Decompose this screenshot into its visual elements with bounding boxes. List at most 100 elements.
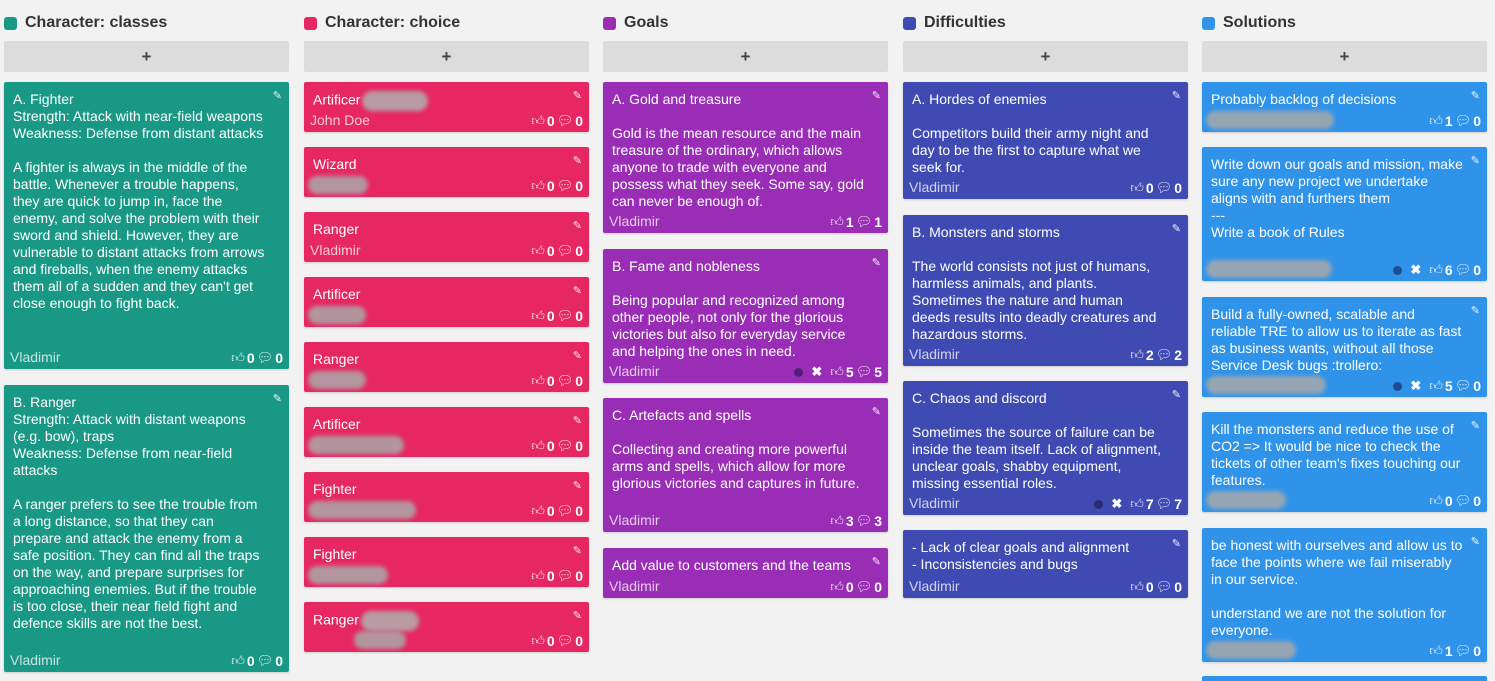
edit-pencil-icon[interactable]: ✎ — [573, 284, 582, 297]
thumbs-up-icon[interactable]: 👍︎ — [830, 364, 844, 380]
comment-icon[interactable]: 💬︎ — [257, 653, 274, 669]
card[interactable]: be honest with ourselves and allow us to… — [1202, 528, 1487, 662]
comment-icon[interactable]: 💬︎ — [557, 178, 574, 194]
add-card-button[interactable]: + — [304, 41, 589, 72]
comment-icon[interactable]: 💬︎ — [1156, 579, 1173, 595]
edit-pencil-icon[interactable]: ✎ — [573, 544, 582, 557]
card[interactable]: B. Fame and nobleness Being popular and … — [603, 249, 888, 383]
card[interactable]: Add value to customers and the teams ✎ V… — [603, 548, 888, 598]
card[interactable]: A. Gold and treasure Gold is the mean re… — [603, 82, 888, 233]
card[interactable]: Fighter ✎ 👍︎ 0 💬︎ 0 — [304, 537, 589, 587]
card[interactable]: Ranger ✎ 👍︎ 0 💬︎ 0 — [304, 342, 589, 392]
thumbs-up-icon[interactable]: 👍︎ — [231, 653, 245, 669]
close-icon[interactable]: ✖ — [811, 364, 822, 380]
thumbs-up-icon[interactable]: 👍︎ — [1130, 496, 1144, 512]
comment-icon[interactable]: 💬︎ — [856, 214, 873, 230]
edit-pencil-icon[interactable]: ✎ — [573, 89, 582, 102]
vote-dot-icon[interactable] — [1393, 265, 1403, 275]
comment-icon[interactable]: 💬︎ — [1455, 378, 1472, 394]
comment-icon[interactable]: 💬︎ — [557, 373, 574, 389]
thumbs-up-icon[interactable]: 👍︎ — [531, 633, 545, 649]
comment-icon[interactable]: 💬︎ — [557, 308, 574, 324]
thumbs-up-icon[interactable]: 👍︎ — [531, 438, 545, 454]
card[interactable]: Ranger ✎ Vladimir 👍︎ 0 💬︎ 0 — [304, 212, 589, 262]
card-partial[interactable] — [1202, 676, 1487, 681]
card[interactable]: - Lack of clear goals and alignment - In… — [903, 530, 1188, 598]
thumbs-up-icon[interactable]: 👍︎ — [531, 308, 545, 324]
edit-pencil-icon[interactable]: ✎ — [1172, 222, 1181, 235]
thumbs-up-icon[interactable]: 👍︎ — [1429, 643, 1443, 659]
comment-icon[interactable]: 💬︎ — [557, 568, 574, 584]
card[interactable]: Artificer ✎ John Doe 👍︎ 0 💬︎ 0 — [304, 82, 589, 132]
comment-icon[interactable]: 💬︎ — [1156, 496, 1173, 512]
comment-icon[interactable]: 💬︎ — [856, 579, 873, 595]
thumbs-up-icon[interactable]: 👍︎ — [1130, 347, 1144, 363]
close-icon[interactable]: ✖ — [1111, 496, 1122, 512]
comment-icon[interactable]: 💬︎ — [1455, 262, 1472, 278]
comment-icon[interactable]: 💬︎ — [1156, 180, 1173, 196]
card[interactable]: Fighter ✎ 👍︎ 0 💬︎ 0 — [304, 472, 589, 522]
card[interactable]: Artificer ✎ 👍︎ 0 💬︎ 0 — [304, 277, 589, 327]
edit-pencil-icon[interactable]: ✎ — [1172, 388, 1181, 401]
comment-icon[interactable]: 💬︎ — [557, 633, 574, 649]
edit-pencil-icon[interactable]: ✎ — [573, 219, 582, 232]
thumbs-up-icon[interactable]: 👍︎ — [1130, 180, 1144, 196]
add-card-button[interactable]: + — [4, 41, 289, 72]
card[interactable]: Wizard ✎ 👍︎ 0 💬︎ 0 — [304, 147, 589, 197]
thumbs-up-icon[interactable]: 👍︎ — [531, 178, 545, 194]
thumbs-up-icon[interactable]: 👍︎ — [830, 214, 844, 230]
thumbs-up-icon[interactable]: 👍︎ — [531, 503, 545, 519]
thumbs-up-icon[interactable]: 👍︎ — [1429, 262, 1443, 278]
add-card-button[interactable]: + — [1202, 41, 1487, 72]
comment-icon[interactable]: 💬︎ — [1156, 347, 1173, 363]
card[interactable]: Probably backlog of decisions ✎ 👍︎ 1 💬︎ 0 — [1202, 82, 1487, 132]
comment-icon[interactable]: 💬︎ — [557, 243, 574, 259]
comment-icon[interactable]: 💬︎ — [257, 350, 274, 366]
edit-pencil-icon[interactable]: ✎ — [1172, 537, 1181, 550]
edit-pencil-icon[interactable]: ✎ — [573, 479, 582, 492]
card[interactable]: C. Artefacts and spells Collecting and c… — [603, 398, 888, 532]
edit-pencil-icon[interactable]: ✎ — [1471, 154, 1480, 167]
edit-pencil-icon[interactable]: ✎ — [872, 405, 881, 418]
card[interactable]: Artificer ✎ 👍︎ 0 💬︎ 0 — [304, 407, 589, 457]
thumbs-up-icon[interactable]: 👍︎ — [531, 243, 545, 259]
comment-icon[interactable]: 💬︎ — [856, 513, 873, 529]
card[interactable]: Ranger ✎ 👍︎ 0 💬︎ 0 — [304, 602, 589, 652]
comment-icon[interactable]: 💬︎ — [856, 364, 873, 380]
edit-pencil-icon[interactable]: ✎ — [273, 392, 282, 405]
comment-icon[interactable]: 💬︎ — [557, 503, 574, 519]
comment-icon[interactable]: 💬︎ — [557, 438, 574, 454]
vote-dot-icon[interactable] — [1393, 381, 1403, 391]
edit-pencil-icon[interactable]: ✎ — [1471, 419, 1480, 432]
add-card-button[interactable]: + — [903, 41, 1188, 72]
comment-icon[interactable]: 💬︎ — [1455, 493, 1472, 509]
thumbs-up-icon[interactable]: 👍︎ — [1429, 493, 1443, 509]
edit-pencil-icon[interactable]: ✎ — [573, 414, 582, 427]
card[interactable]: B. Ranger Strength: Attack with distant … — [4, 385, 289, 672]
add-card-button[interactable]: + — [603, 41, 888, 72]
thumbs-up-icon[interactable]: 👍︎ — [830, 513, 844, 529]
card[interactable]: A. Fighter Strength: Attack with near-fi… — [4, 82, 289, 369]
edit-pencil-icon[interactable]: ✎ — [1471, 89, 1480, 102]
card[interactable]: C. Chaos and discord Sometimes the sourc… — [903, 381, 1188, 515]
thumbs-up-icon[interactable]: 👍︎ — [231, 350, 245, 366]
edit-pencil-icon[interactable]: ✎ — [573, 609, 582, 622]
vote-dot-icon[interactable] — [794, 367, 804, 377]
edit-pencil-icon[interactable]: ✎ — [872, 89, 881, 102]
thumbs-up-icon[interactable]: 👍︎ — [531, 568, 545, 584]
edit-pencil-icon[interactable]: ✎ — [573, 349, 582, 362]
edit-pencil-icon[interactable]: ✎ — [1172, 89, 1181, 102]
edit-pencil-icon[interactable]: ✎ — [1471, 304, 1480, 317]
close-icon[interactable]: ✖ — [1410, 378, 1421, 394]
thumbs-up-icon[interactable]: 👍︎ — [1429, 378, 1443, 394]
thumbs-up-icon[interactable]: 👍︎ — [830, 579, 844, 595]
thumbs-up-icon[interactable]: 👍︎ — [1429, 113, 1443, 129]
edit-pencil-icon[interactable]: ✎ — [872, 256, 881, 269]
edit-pencil-icon[interactable]: ✎ — [273, 89, 282, 102]
card[interactable]: B. Monsters and storms The world consist… — [903, 215, 1188, 366]
thumbs-up-icon[interactable]: 👍︎ — [531, 373, 545, 389]
thumbs-up-icon[interactable]: 👍︎ — [531, 113, 545, 129]
edit-pencil-icon[interactable]: ✎ — [573, 154, 582, 167]
vote-dot-icon[interactable] — [1094, 499, 1104, 509]
comment-icon[interactable]: 💬︎ — [1455, 113, 1472, 129]
